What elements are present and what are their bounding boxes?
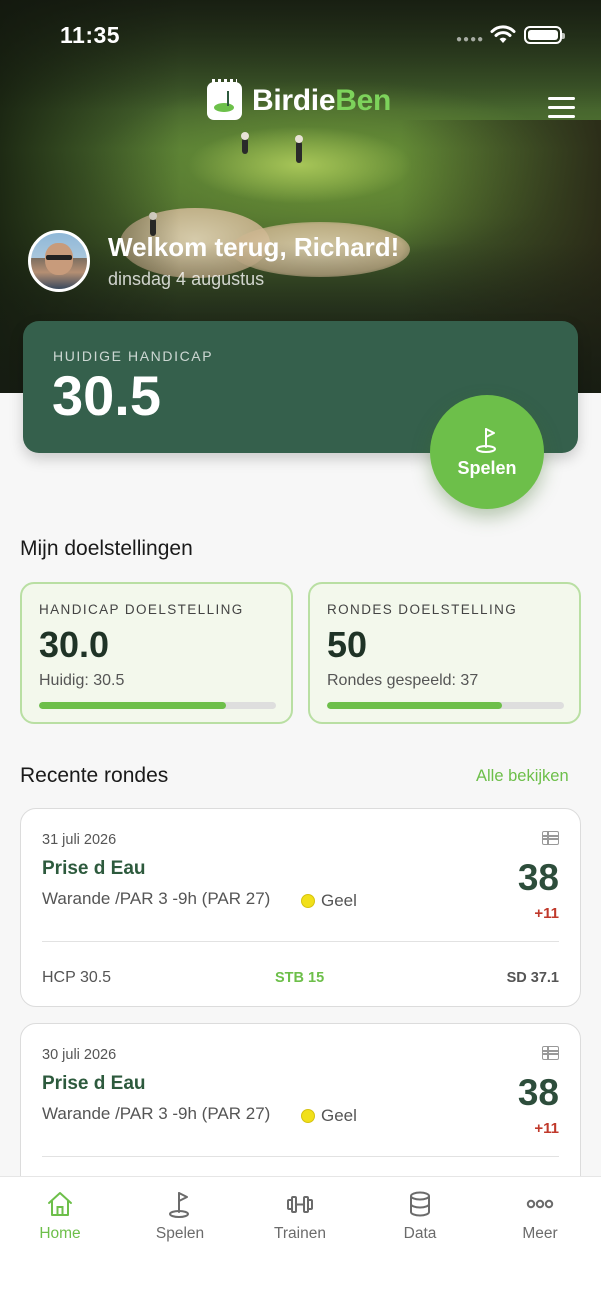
play-button[interactable]: Spelen [430,395,544,509]
goal-label: HANDICAP DOELSTELLING [39,602,244,617]
tab-label: Spelen [155,1225,205,1242]
golf-flag-icon [169,1192,189,1218]
calendar-flag-icon [207,79,242,120]
battery-icon [524,26,565,44]
database-icon [410,1191,430,1217]
goal-subtext: Rondes gespeeld: 37 [327,672,479,689]
round-over-par: +11 [534,1120,559,1137]
recent-rounds-title: Recente rondes [20,764,169,787]
goal-progress-fill [327,702,503,709]
round-course: Prise d Eau [42,858,146,879]
goal-progress-bar [327,702,564,709]
tab-trainen[interactable]: Trainen [240,1189,360,1243]
round-handicap: HCP 30.5 [42,969,112,986]
handicap-value: 30.5 [52,364,161,427]
tab-label: Meer [522,1225,558,1242]
dumbbell-icon [287,1196,313,1213]
hero-golfer [241,132,249,154]
goals-title: Mijn doelstellingen [20,537,193,560]
tee-indicator: Geel [301,1106,357,1126]
round-score-differential: SD 37.1 [506,970,559,986]
app-logo: BirdieBen [207,79,392,120]
goal-value: 50 [327,624,368,665]
round-date: 30 juli 2026 [42,1047,117,1063]
golf-flag-icon [476,427,496,453]
goal-progress-bar [39,702,276,709]
wifi-icon [490,25,516,43]
tab-label: Home [39,1225,81,1242]
play-button-label: Spelen [457,457,517,478]
welcome-title: Welkom terug, Richard! [108,232,400,262]
tab-label: Trainen [274,1225,326,1242]
tee-color-dot [301,894,315,908]
round-loop: Warande /PAR 3 -9h (PAR 27) [42,1104,271,1123]
tee-label: Geel [321,1106,357,1125]
tab-spelen[interactable]: Spelen [120,1189,240,1243]
scorecard-icon[interactable] [542,831,559,845]
tab-home[interactable]: Home [0,1189,120,1243]
round-score: 38 [517,1072,559,1113]
tee-label: Geel [321,891,357,910]
signal-dots-icon: ●●●● [456,34,485,45]
rounds-goal-card[interactable]: RONDES DOELSTELLING 50 Rondes gespeeld: … [308,582,581,724]
avatar[interactable] [28,230,90,292]
round-over-par: +11 [534,905,559,922]
round-date: 31 juli 2026 [42,832,117,848]
bottom-tab-bar: Home Spelen Trainen Data Meer [0,1176,601,1300]
round-score: 38 [517,857,559,898]
round-loop: Warande /PAR 3 -9h (PAR 27) [42,889,271,908]
handicap-label: HUIDIGE HANDICAP [53,348,214,364]
more-icon [526,1199,554,1209]
goal-label: RONDES DOELSTELLING [327,602,518,617]
brand-name: BirdieBen [252,84,392,117]
round-course: Prise d Eau [42,1073,146,1094]
round-stableford: STB 15 [275,970,325,986]
tab-data[interactable]: Data [360,1189,480,1243]
status-time: 11:35 [60,22,121,48]
round-card[interactable]: 31 juli 2026 Prise d Eau Warande /PAR 3 … [20,808,581,1007]
see-all-link[interactable]: Alle bekijken [476,767,569,786]
current-date: dinsdag 4 augustus [108,269,265,289]
tab-meer[interactable]: Meer [480,1189,600,1243]
status-bar: 11:35 ●●●● [0,20,601,50]
home-icon [48,1192,72,1216]
divider [42,941,559,942]
divider [42,1156,559,1157]
scorecard-icon[interactable] [542,1046,559,1060]
hero-golfer [295,135,303,163]
tab-label: Data [403,1225,437,1242]
goal-progress-fill [39,702,227,709]
goal-subtext: Huidig: 30.5 [39,672,125,689]
goal-value: 30.0 [39,624,110,665]
handicap-goal-card[interactable]: HANDICAP DOELSTELLING 30.0 Huidig: 30.5 [20,582,293,724]
tee-color-dot [301,1109,315,1123]
hamburger-menu-icon[interactable] [548,97,575,119]
tee-indicator: Geel [301,891,357,911]
